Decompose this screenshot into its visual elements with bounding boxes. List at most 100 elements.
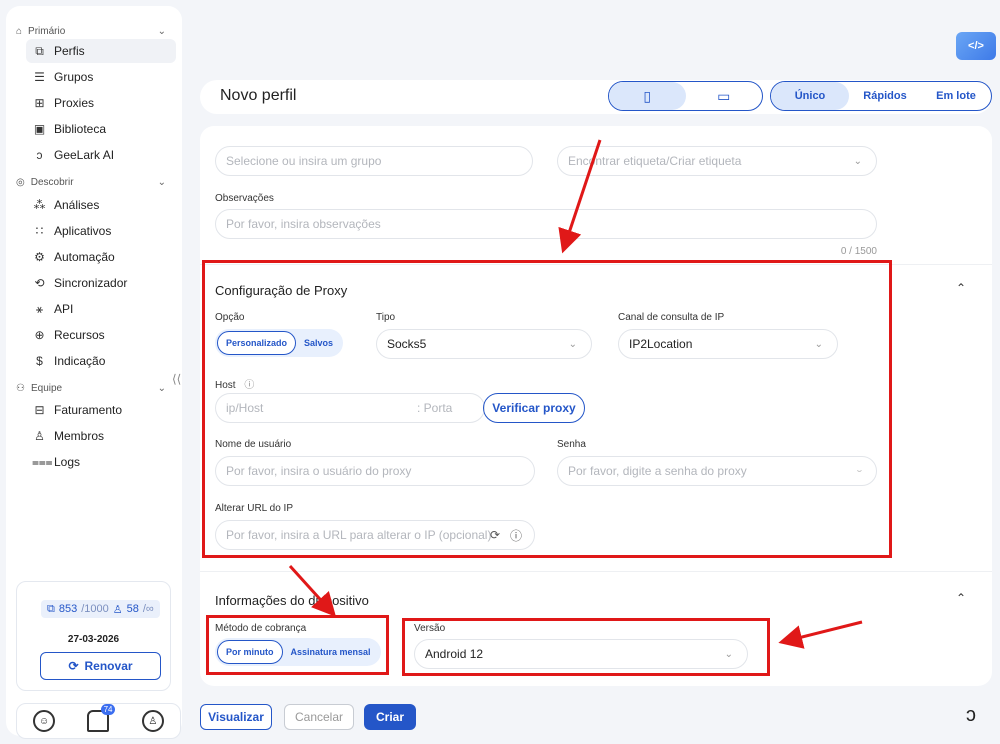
sidebar-item-label: Faturamento: [54, 403, 123, 417]
sidebar-item-label: Indicação: [54, 354, 106, 368]
device-toggle: ▯ ▭: [608, 81, 763, 111]
sidebar-item-label: Análises: [54, 198, 100, 212]
section-primary-label: Primário: [28, 25, 66, 37]
laptop-icon: ▭: [717, 87, 731, 104]
device-section-title: Informações do dispositivo: [215, 593, 369, 608]
sidebar-item-label: Proxies: [54, 96, 95, 110]
sidebar-item-api[interactable]: ⚹ API: [26, 297, 176, 321]
desktop-mode-button[interactable]: ▭: [686, 82, 763, 110]
tag-select[interactable]: Encontrar etiqueta/Criar etiqueta ⌄: [557, 146, 877, 176]
sidebar-item-label: Automação: [54, 250, 115, 264]
chevron-up-icon[interactable]: ⌃: [956, 591, 966, 605]
tab-unico[interactable]: Único: [771, 82, 849, 110]
profile-total: /1000: [81, 603, 109, 615]
group-input[interactable]: Selecione ou insira um grupo: [215, 146, 533, 176]
expiry-date: 27-03-2026: [67, 634, 120, 645]
sidebar-item-label: Membros: [54, 429, 105, 443]
sidebar-item-logs[interactable]: ⩶ Logs: [26, 450, 176, 474]
divider: [200, 571, 992, 572]
sidebar-item-faturamento[interactable]: ⊟ Faturamento: [26, 398, 176, 422]
member-total: /∞: [142, 603, 154, 615]
compass-icon: ◎: [16, 176, 25, 188]
sidebar-item-sincronizador[interactable]: ⟲ Sincronizador: [26, 271, 176, 295]
resources-icon: ⊕: [34, 328, 45, 342]
list-icon: ☰: [34, 70, 45, 84]
section-discover-label: Descobrir: [30, 176, 74, 188]
section-primary[interactable]: ⌂ Primário ⌄: [16, 22, 166, 40]
member-count: 58: [126, 603, 139, 615]
referral-icon: $: [36, 354, 43, 368]
section-team[interactable]: ⚇ Equipe ⌄: [16, 379, 166, 397]
home-icon: ⌂: [16, 25, 23, 37]
sidebar-item-biblioteca[interactable]: ▣ Biblioteca: [26, 117, 176, 141]
notification-badge: 74: [100, 704, 116, 715]
section-discover[interactable]: ◎ Descobrir ⌄: [16, 173, 166, 191]
sidebar-item-label: Sincronizador: [54, 276, 128, 290]
page-title: Novo perfil: [220, 87, 297, 104]
notes-label: Observações: [215, 193, 274, 204]
geelark-logo-icon[interactable]: ↄ: [966, 704, 976, 727]
billing-icon: ⊟: [34, 403, 45, 417]
annotation-version-box: [402, 618, 770, 676]
chevron-down-icon: ⌄: [853, 155, 862, 167]
sidebar-item-label: API: [54, 302, 74, 316]
sidebar-item-recursos[interactable]: ⊕ Recursos: [26, 323, 176, 347]
quota-card: ⧉ 853/1000 ♙ 58/∞ 27-03-2026 ⟳ Renovar: [16, 581, 171, 691]
notes-counter: 0 / 1500: [840, 246, 877, 257]
analytics-icon: ⁂: [33, 198, 46, 212]
sidebar-item-label: Perfis: [54, 44, 85, 58]
renew-button[interactable]: ⟳ Renovar: [40, 652, 161, 680]
team-icon: ⚇: [16, 382, 25, 394]
sidebar-item-automacao[interactable]: ⚙ Automação: [26, 245, 176, 269]
sidebar-item-proxies[interactable]: ⊞ Proxies: [26, 91, 176, 115]
sidebar-item-geelark-ai[interactable]: ↄ GeeLark AI: [26, 143, 176, 167]
tab-rapidos[interactable]: Rápidos: [849, 82, 921, 110]
sidebar-item-label: Logs: [54, 455, 81, 469]
sidebar-item-perfis[interactable]: ⧉ Perfis: [26, 39, 176, 63]
sync-icon: ⟲: [34, 276, 45, 290]
sidebar-item-label: Grupos: [54, 70, 94, 84]
ai-icon: ↄ: [36, 148, 43, 162]
members-icon: ♙: [112, 603, 123, 616]
user-icon[interactable]: ♙: [141, 710, 164, 732]
profile-icon: ⧉: [35, 43, 44, 58]
sidebar-item-label: Recursos: [54, 328, 105, 342]
library-icon: ▣: [33, 122, 46, 136]
sidebar-item-grupos[interactable]: ☰ Grupos: [26, 65, 176, 89]
bell-icon[interactable]: 74: [87, 704, 116, 732]
code-icon[interactable]: </>: [956, 32, 996, 60]
phone-icon: ▯: [643, 87, 652, 104]
create-button[interactable]: Criar: [364, 704, 416, 730]
quota-pill: ⧉ 853/1000 ♙ 58/∞: [41, 600, 160, 618]
support-icon[interactable]: ☺: [33, 710, 56, 732]
tag-placeholder: Encontrar etiqueta/Criar etiqueta: [568, 154, 742, 168]
phone-mode-button[interactable]: ▯: [609, 82, 686, 110]
sidebar-item-label: Biblioteca: [54, 122, 107, 136]
annotation-proxy-box: [202, 260, 892, 558]
proxy-icon: ⊞: [34, 96, 45, 110]
chevron-down-icon[interactable]: ⌄: [158, 383, 166, 394]
sidebar-item-membros[interactable]: ♙ Membros: [26, 424, 176, 448]
refresh-icon: ⟳: [68, 659, 79, 673]
collapse-sidebar-icon[interactable]: ⟨⟨: [172, 372, 181, 386]
sidebar: ⌂ Primário ⌄ ⧉ Perfis ☰ Grupos ⊞ Proxies…: [6, 6, 182, 739]
sidebar-item-analises[interactable]: ⁂ Análises: [26, 193, 176, 217]
tab-em-lote[interactable]: Em lote: [921, 82, 991, 110]
apps-icon: ∷: [35, 224, 44, 238]
chevron-down-icon[interactable]: ⌄: [158, 26, 166, 37]
members-icon: ♙: [34, 429, 45, 443]
renew-label: Renovar: [84, 659, 133, 673]
annotation-billing-box: [206, 615, 389, 675]
creation-mode-toggle: Único Rápidos Em lote: [770, 81, 992, 111]
profile-icon: ⧉: [47, 602, 55, 615]
cancel-button[interactable]: Cancelar: [284, 704, 354, 730]
logs-icon: ⩶: [32, 454, 53, 469]
sidebar-item-indicacao[interactable]: $ Indicação: [26, 349, 176, 373]
api-icon: ⚹: [35, 301, 44, 316]
sidebar-item-aplicativos[interactable]: ∷ Aplicativos: [26, 219, 176, 243]
notes-input[interactable]: Por favor, insira observações: [215, 209, 877, 239]
chevron-up-icon[interactable]: ⌃: [956, 281, 966, 295]
preview-button[interactable]: Visualizar: [200, 704, 272, 730]
page-header: Novo perfil ▯ ▭ Único Rápidos Em lote: [200, 80, 992, 114]
chevron-down-icon[interactable]: ⌄: [158, 177, 166, 188]
